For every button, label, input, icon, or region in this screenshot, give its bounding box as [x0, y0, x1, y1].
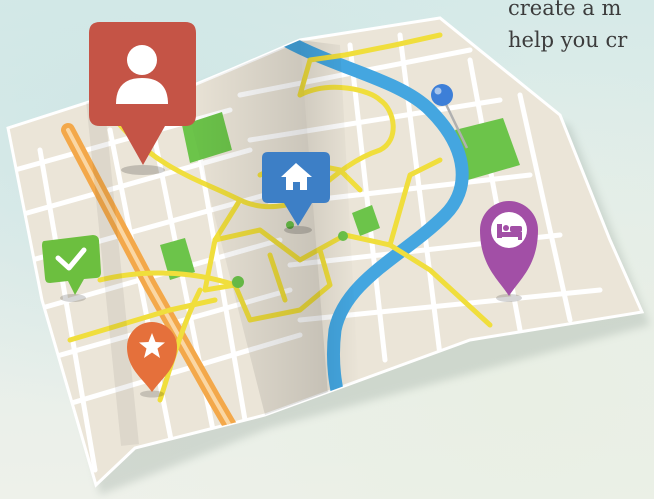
- folded-map: [6, 16, 650, 495]
